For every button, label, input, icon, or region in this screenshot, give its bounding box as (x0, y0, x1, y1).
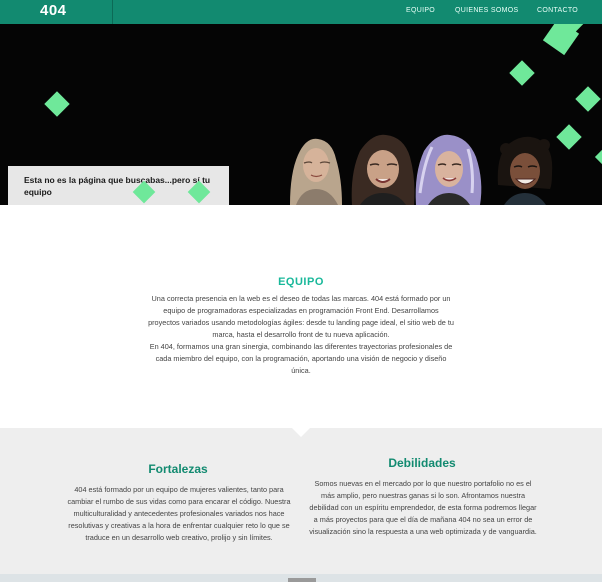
scroll-indicator[interactable] (288, 578, 316, 582)
nav-link-quienes-somos[interactable]: QUIENES SOMOS (455, 7, 518, 14)
logo[interactable]: 404 (40, 2, 67, 19)
logo-container[interactable]: 404 (0, 0, 113, 24)
equipo-heading: EQUIPO (278, 276, 324, 288)
decorative-diamond (509, 60, 535, 86)
team-member-photo-1 (290, 138, 342, 205)
hero-banner: Esta no es la página que buscabas...pero… (0, 24, 602, 205)
decorative-diamond (594, 149, 602, 165)
debilidades-text: Somos nuevas en el mercado por lo que nu… (309, 479, 537, 536)
top-navbar: 404 EQUIPO QUIENES SOMOS CONTACTO (0, 0, 602, 24)
equipo-description: Una correcta presencia en la web es el d… (148, 293, 454, 377)
team-member-photo-3 (415, 134, 482, 205)
nav-link-contacto[interactable]: CONTACTO (537, 7, 578, 14)
team-member-photo-4 (497, 136, 553, 205)
equipo-paragraph: Una correcta presencia en la web es el d… (148, 294, 454, 339)
equipo-paragraph: En 404, formamos una gran sinergia, comb… (149, 342, 453, 375)
decorative-diamond (556, 124, 582, 150)
section-divider-notch (292, 428, 310, 437)
decorative-diamond (44, 91, 70, 117)
fortalezas-text: 404 está formado por un equipo de mujere… (67, 485, 291, 542)
nav-link-equipo[interactable]: EQUIPO (406, 7, 435, 14)
team-member-photo-2 (351, 134, 415, 205)
fortalezas-heading: Fortalezas (148, 462, 208, 476)
debilidades-heading: Debilidades (388, 456, 456, 470)
decorative-diamond (575, 86, 601, 112)
